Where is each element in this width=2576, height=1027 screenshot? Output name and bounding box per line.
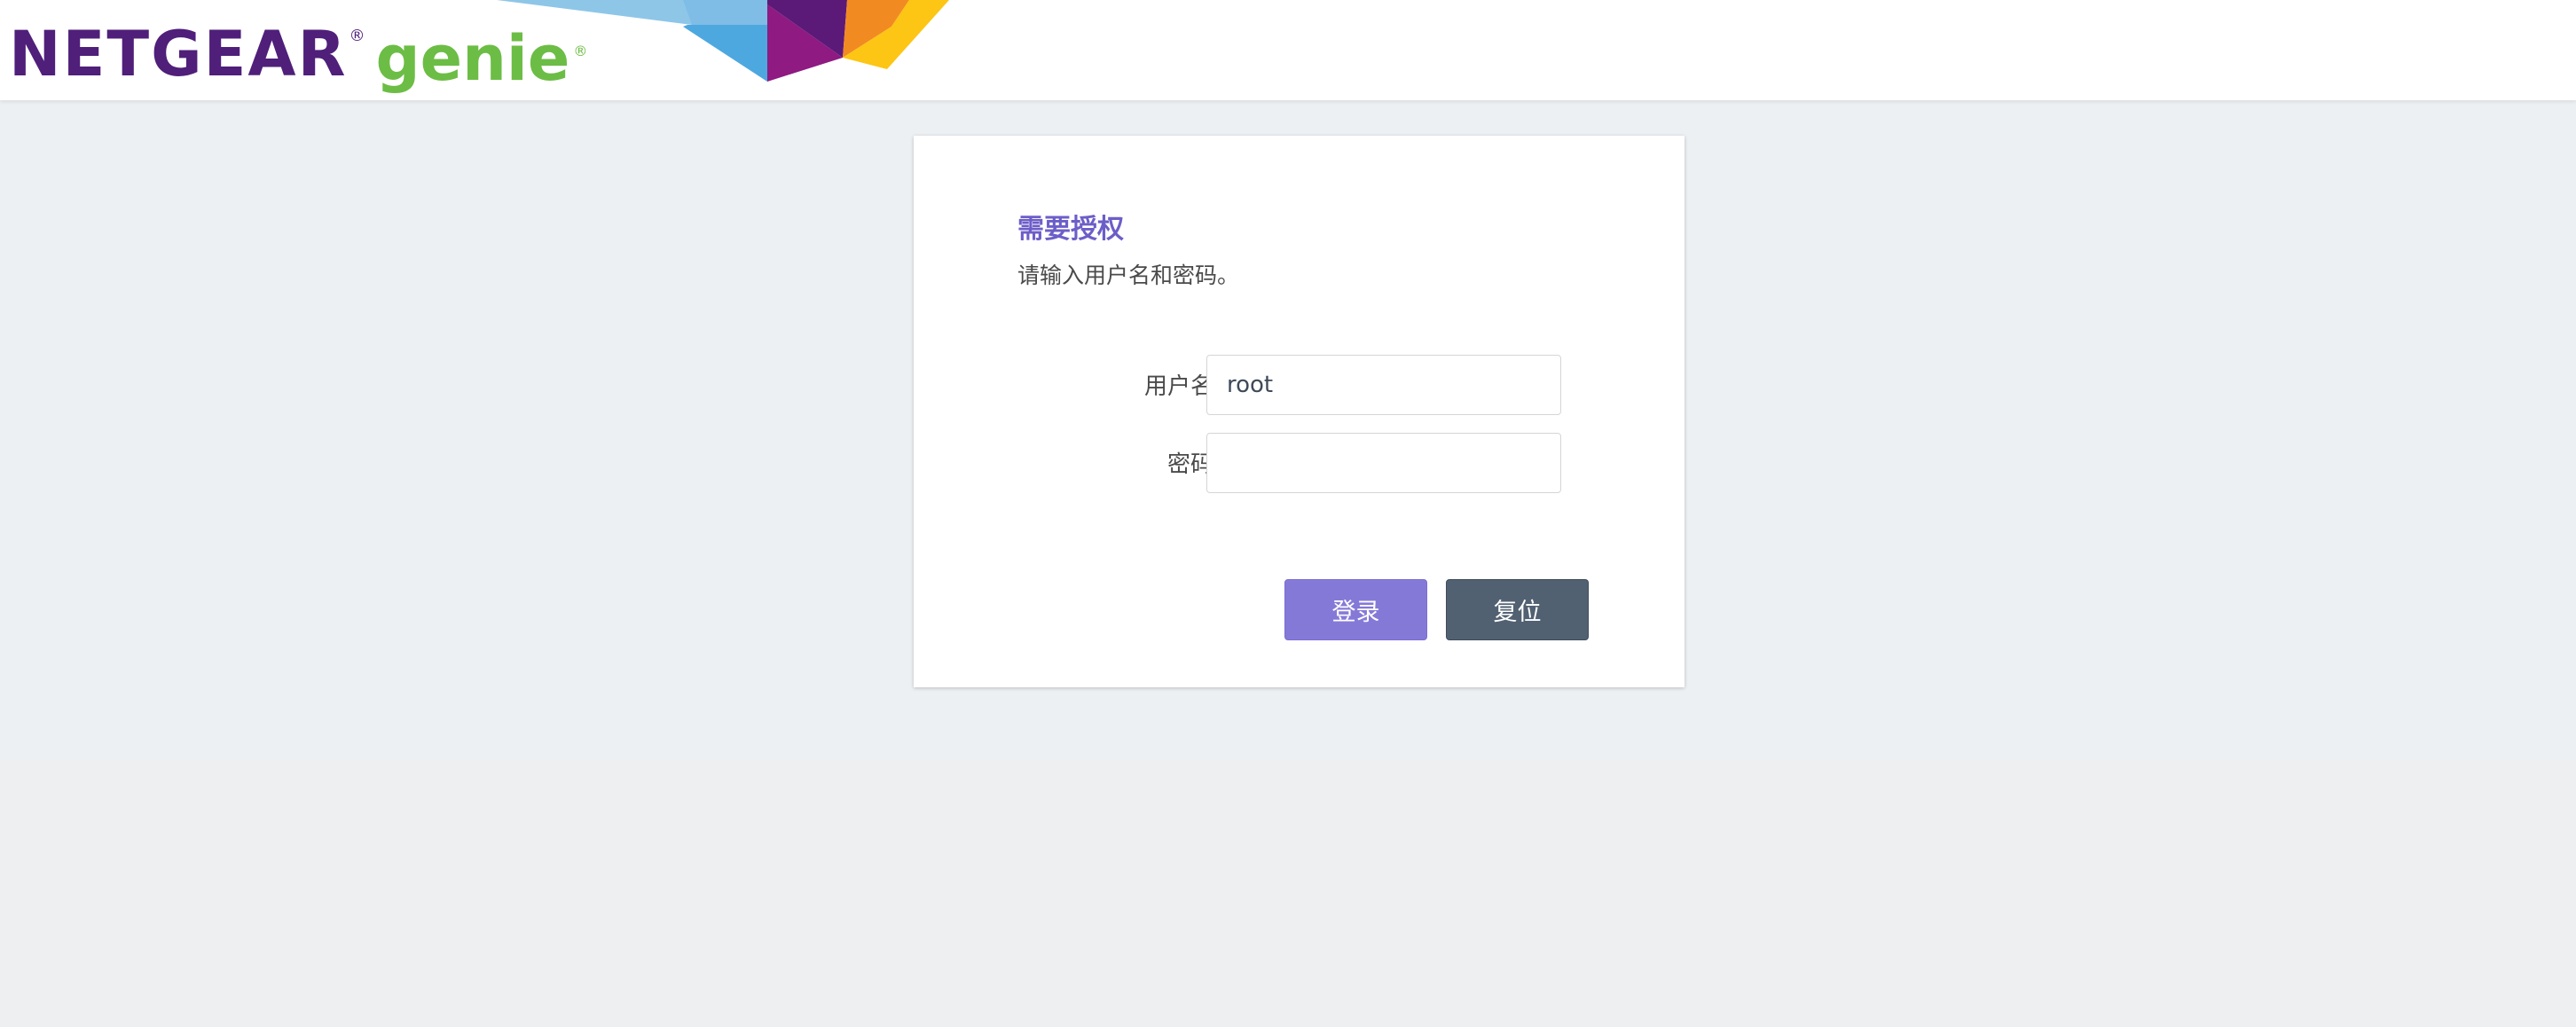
login-title: 需要授权 [1017, 214, 1124, 245]
footer-background [0, 761, 2576, 1027]
header-bar: NETGEAR ® genie ® [0, 0, 2576, 100]
art-shape-blue [683, 25, 767, 82]
logo-netgear-text: NETGEAR [9, 18, 348, 90]
username-label: 用户名 [1143, 373, 1213, 400]
login-card: 需要授权 请输入用户名和密码。 用户名 密码 登录 复位 [914, 136, 1685, 687]
logo-registered-mark: ® [349, 27, 365, 45]
header-geometric-art [497, 0, 949, 82]
username-input[interactable] [1206, 355, 1561, 415]
login-button[interactable]: 登录 [1284, 579, 1427, 640]
art-shape-blue-top [683, 0, 772, 27]
password-label: 密码 [1166, 451, 1213, 478]
login-subtitle: 请输入用户名和密码。 [1017, 263, 1240, 288]
reset-button[interactable]: 复位 [1446, 579, 1589, 640]
password-input[interactable] [1206, 433, 1561, 493]
